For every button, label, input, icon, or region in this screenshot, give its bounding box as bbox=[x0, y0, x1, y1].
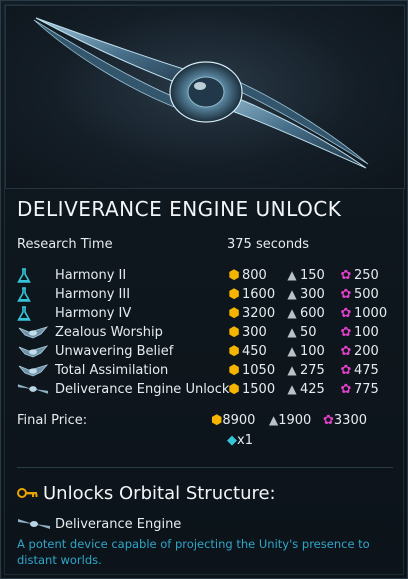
engine-artwork-image bbox=[33, 17, 369, 169]
flower-icon: ✿ bbox=[323, 413, 334, 428]
crystals-icon: ▲ bbox=[287, 382, 297, 396]
section-divider bbox=[17, 467, 393, 468]
final-price-label: Final Price: bbox=[17, 413, 88, 428]
hexagon-icon: ⬢ bbox=[228, 268, 240, 283]
requirement-name: Deliverance Engine Unlock bbox=[55, 382, 230, 397]
requirement-cost-gold: ⬢ 1500 bbox=[228, 382, 276, 397]
engine-icon bbox=[18, 519, 50, 529]
flask-icon bbox=[17, 268, 49, 284]
research-title: DELIVERANCE ENGINE UNLOCK bbox=[17, 197, 342, 221]
structure-description: A potent device capable of projecting th… bbox=[17, 537, 370, 567]
requirement-name: Harmony II bbox=[55, 268, 127, 283]
flower-icon: ✿ bbox=[340, 306, 352, 321]
requirement-row: Unwavering Belief ⬢ 450 ▲ 100 ✿ 200 bbox=[17, 343, 393, 362]
structure-name: Deliverance Engine bbox=[55, 517, 182, 532]
requirement-row: Harmony IV ⬢ 3200 ▲ 600 ✿ 1000 bbox=[17, 305, 393, 324]
requirement-row: Deliverance Engine Unlock ⬢ 1500 ▲ 425 ✿ 775 bbox=[17, 381, 393, 400]
hexagon-icon: ⬢ bbox=[228, 306, 240, 321]
requirement-cost-pink: ✿ 250 bbox=[340, 268, 379, 283]
requirement-name: Harmony IV bbox=[55, 306, 132, 321]
requirement-cost-grey: ▲ 150 bbox=[285, 268, 324, 283]
hexagon-icon: ⬢ bbox=[228, 287, 240, 302]
requirement-cost-pink: ✿ 500 bbox=[340, 287, 379, 302]
requirement-cost-pink: ✿ 200 bbox=[340, 344, 379, 359]
final-price-gold: ⬢8900 bbox=[211, 413, 256, 428]
key-icon bbox=[17, 483, 43, 504]
requirement-name: Unwavering Belief bbox=[55, 344, 174, 359]
requirement-row: Zealous Worship ⬢ 300 ▲ 50 ✿ 100 bbox=[17, 324, 393, 343]
hexagon-icon: ⬢ bbox=[228, 363, 240, 378]
requirement-cost-gold: ⬢ 300 bbox=[228, 325, 267, 340]
requirement-cost-pink: ✿ 475 bbox=[340, 363, 379, 378]
requirement-cost-grey: ▲ 600 bbox=[285, 306, 324, 321]
requirement-cost-gold: ⬢ 3200 bbox=[228, 306, 276, 321]
ship-icon bbox=[17, 344, 49, 360]
requirement-cost-gold: ⬢ 450 bbox=[228, 344, 267, 359]
flower-icon: ✿ bbox=[340, 344, 352, 359]
hexagon-icon: ⬢ bbox=[228, 382, 240, 397]
final-price-gem: ◆x1 bbox=[227, 433, 253, 448]
flower-icon: ✿ bbox=[340, 382, 352, 397]
hexagon-icon: ⬢ bbox=[228, 325, 240, 340]
deliverance-engine-artwork bbox=[5, 5, 405, 189]
requirement-cost-grey: ▲ 425 bbox=[285, 382, 324, 397]
requirement-cost-grey: ▲ 100 bbox=[285, 344, 324, 359]
requirement-name: Total Assimilation bbox=[55, 363, 169, 378]
crystals-icon: ▲ bbox=[287, 344, 297, 358]
flower-icon: ✿ bbox=[340, 325, 352, 340]
requirement-cost-gold: ⬢ 800 bbox=[228, 268, 267, 283]
ship-icon bbox=[17, 325, 49, 341]
crystals-icon: ▲ bbox=[287, 325, 297, 339]
requirement-cost-grey: ▲ 275 bbox=[285, 363, 324, 378]
requirement-cost-pink: ✿ 1000 bbox=[340, 306, 388, 321]
research-tooltip-panel: DELIVERANCE ENGINE UNLOCK Research Time … bbox=[0, 0, 408, 579]
requirement-row: Total Assimilation ⬢ 1050 ▲ 275 ✿ 475 bbox=[17, 362, 393, 381]
crystals-icon: ▲ bbox=[287, 363, 297, 377]
flask-icon bbox=[17, 306, 49, 322]
requirement-cost-gold: ⬢ 1600 bbox=[228, 287, 276, 302]
research-time-value: 375 seconds bbox=[227, 237, 310, 252]
requirement-cost-pink: ✿ 775 bbox=[340, 382, 379, 397]
crystals-icon: ▲ bbox=[269, 413, 279, 427]
requirement-cost-grey: ▲ 50 bbox=[285, 325, 316, 340]
requirement-cost-pink: ✿ 100 bbox=[340, 325, 379, 340]
flask-icon bbox=[17, 287, 49, 303]
requirement-row: Harmony III ⬢ 1600 ▲ 300 ✿ 500 bbox=[17, 286, 393, 305]
flower-icon: ✿ bbox=[340, 268, 352, 283]
requirement-name: Zealous Worship bbox=[55, 325, 163, 340]
diamond-icon: ◆ bbox=[227, 433, 237, 448]
requirement-cost-grey: ▲ 300 bbox=[285, 287, 324, 302]
requirement-cost-gold: ⬢ 1050 bbox=[228, 363, 276, 378]
crystals-icon: ▲ bbox=[287, 306, 297, 320]
unlocks-heading: Unlocks Orbital Structure: bbox=[17, 483, 276, 504]
crystals-icon: ▲ bbox=[287, 268, 297, 282]
flower-icon: ✿ bbox=[340, 363, 352, 378]
requirement-row: Harmony II ⬢ 800 ▲ 150 ✿ 250 bbox=[17, 267, 393, 286]
hexagon-icon: ⬢ bbox=[211, 413, 223, 428]
flower-icon: ✿ bbox=[340, 287, 352, 302]
final-price-grey: ▲1900 bbox=[269, 413, 312, 428]
crystals-icon: ▲ bbox=[287, 287, 297, 301]
ship-icon bbox=[17, 363, 49, 379]
engine-icon bbox=[17, 382, 49, 398]
final-price-pink: ✿3300 bbox=[323, 413, 367, 428]
research-time-label: Research Time bbox=[17, 237, 113, 252]
hexagon-icon: ⬢ bbox=[228, 344, 240, 359]
requirement-name: Harmony III bbox=[55, 287, 131, 302]
